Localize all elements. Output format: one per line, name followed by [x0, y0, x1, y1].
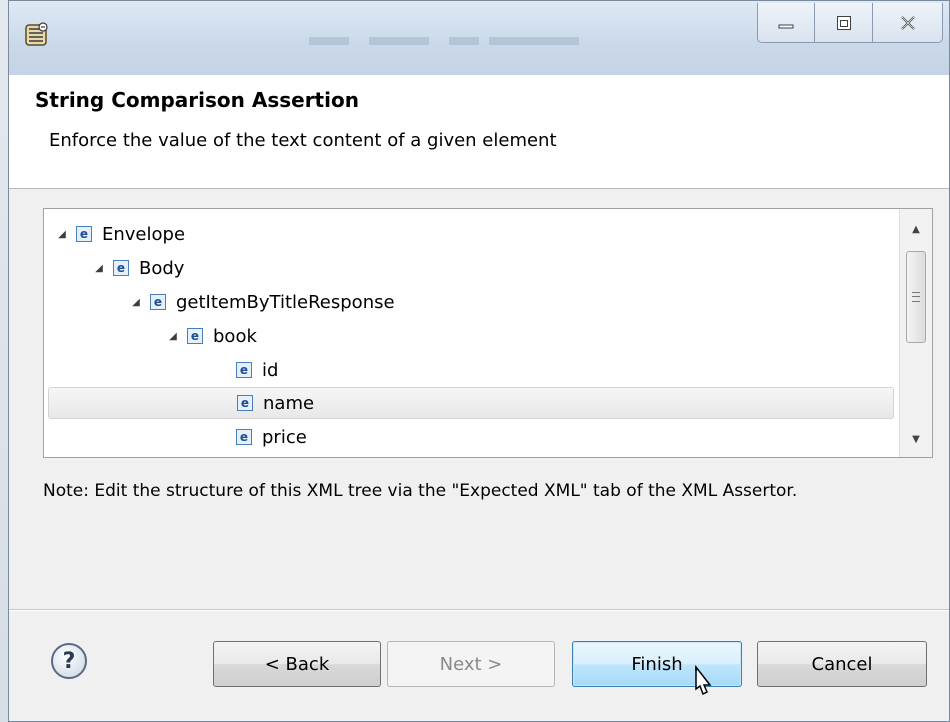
- maximize-icon: [836, 15, 851, 30]
- tree-item-price[interactable]: e price: [44, 421, 932, 453]
- scrollbar-thumb[interactable]: [906, 251, 926, 343]
- element-icon: e: [187, 328, 203, 344]
- tree-item-book[interactable]: ◢ e book: [44, 320, 932, 352]
- element-icon: e: [76, 226, 92, 242]
- tree-item-label: id: [262, 359, 279, 381]
- help-icon: ?: [62, 648, 76, 674]
- note-text: Note: Edit the structure of this XML tre…: [43, 481, 798, 501]
- expanded-triangle-icon[interactable]: ◢: [56, 229, 68, 240]
- wizard-header: String Comparison Assertion Enforce the …: [9, 75, 949, 189]
- tree-item-getitembytitleresponse[interactable]: ◢ e getItemByTitleResponse: [44, 286, 932, 318]
- app-icon: [25, 22, 48, 46]
- tree-item-label: book: [213, 325, 257, 347]
- expanded-triangle-icon[interactable]: ◢: [167, 331, 179, 342]
- page-description: Enforce the value of the text content of…: [49, 130, 557, 151]
- footer-divider: [9, 609, 949, 611]
- close-button[interactable]: [873, 3, 943, 43]
- dialog-window: String Comparison Assertion Enforce the …: [8, 0, 950, 722]
- cancel-button[interactable]: Cancel: [757, 641, 927, 687]
- tree-item-envelope[interactable]: ◢ e Envelope: [44, 218, 906, 250]
- vertical-scrollbar[interactable]: ▲ ▼: [899, 209, 932, 457]
- blurred-background-text: [309, 37, 579, 45]
- tree-item-label: Envelope: [102, 223, 186, 245]
- expanded-triangle-icon[interactable]: ◢: [130, 297, 142, 308]
- back-button[interactable]: < Back: [213, 641, 381, 687]
- element-icon: e: [150, 294, 166, 310]
- grip-icon: [912, 292, 920, 302]
- title-bar[interactable]: [9, 1, 949, 75]
- minimize-button[interactable]: [757, 3, 815, 43]
- tree-item-name[interactable]: e name: [48, 387, 894, 419]
- xml-tree[interactable]: ◢ e Envelope ◢ e Body ◢ e getItemByTitle…: [43, 208, 933, 458]
- tree-item-label: Body: [139, 257, 185, 279]
- element-icon: e: [236, 429, 252, 445]
- element-icon: e: [236, 362, 252, 378]
- minimize-icon: [778, 24, 794, 28]
- maximize-button[interactable]: [815, 3, 873, 43]
- mouse-cursor-icon: [695, 665, 712, 696]
- tree-item-body[interactable]: ◢ e Body: [44, 252, 932, 284]
- element-icon: e: [113, 260, 129, 276]
- close-icon: [900, 15, 915, 30]
- scroll-up-arrow-icon[interactable]: ▲: [900, 215, 932, 243]
- window-controls: [757, 3, 943, 45]
- tree-item-label: price: [262, 426, 307, 448]
- expanded-triangle-icon[interactable]: ◢: [93, 263, 105, 274]
- tree-item-label: name: [263, 392, 315, 414]
- page-title: String Comparison Assertion: [35, 88, 359, 112]
- element-icon: e: [237, 395, 253, 411]
- tree-item-id[interactable]: e id: [44, 354, 932, 386]
- help-button[interactable]: ?: [51, 643, 87, 679]
- scroll-down-arrow-icon[interactable]: ▼: [900, 425, 932, 453]
- tree-item-label: getItemByTitleResponse: [176, 291, 395, 313]
- next-button[interactable]: Next >: [387, 641, 555, 687]
